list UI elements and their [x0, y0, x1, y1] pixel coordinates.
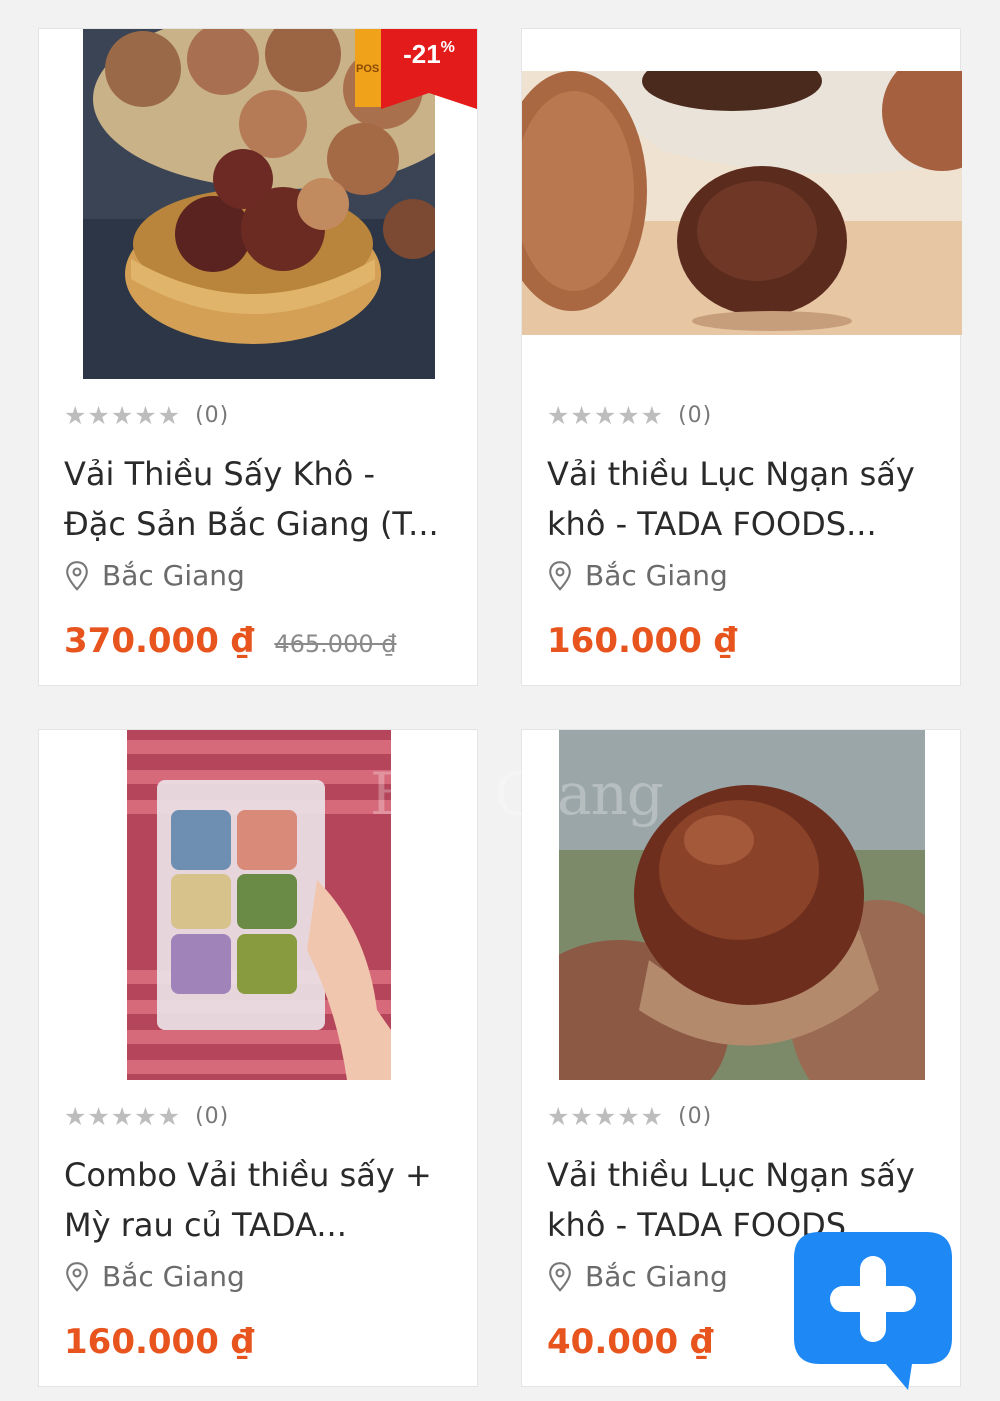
- product-location: Bắc Giang: [547, 559, 728, 592]
- rating-count: (0): [678, 1104, 713, 1129]
- sale-price: 160.000 ₫: [64, 1322, 255, 1362]
- rating-stars: ★★★★★: [64, 1102, 182, 1131]
- product-title-line-2: khô - TADA FOODS...: [547, 505, 877, 543]
- rating: ★★★★★ (0): [547, 1102, 712, 1131]
- map-pin-icon: [66, 560, 88, 591]
- original-price: 465.000 ₫: [274, 630, 397, 658]
- product-title[interactable]: Vải Thiều Sấy Khô - Đặc Sản Bắc Giang (T…: [64, 449, 459, 549]
- location-label: Bắc Giang: [102, 559, 245, 592]
- price-block: 40.000 ₫: [547, 1322, 714, 1362]
- product-location: Bắc Giang: [64, 559, 245, 592]
- rating-stars: ★★★★★: [547, 1102, 665, 1131]
- rating-count: (0): [195, 403, 230, 428]
- product-title-line-1: Combo Vải thiều sấy +: [64, 1156, 432, 1194]
- brand-tag: POS: [355, 29, 381, 107]
- dried-lychee-shell-photo: [559, 730, 925, 1080]
- product-image[interactable]: [127, 730, 391, 1080]
- product-title-line-2: Đặc Sản Bắc Giang (T...: [64, 505, 439, 543]
- product-title-line-1: Vải thiều Lục Ngạn sấy: [547, 1156, 915, 1194]
- product-image[interactable]: [559, 730, 925, 1080]
- add-post-icon: [794, 1232, 952, 1390]
- rating-count: (0): [195, 1104, 230, 1129]
- product-card[interactable]: ★★★★★ (0) Combo Vải thiều sấy + Mỳ rau c…: [38, 729, 478, 1387]
- rating-stars: ★★★★★: [64, 401, 182, 430]
- product-title[interactable]: Combo Vải thiều sấy + Mỳ rau củ TADA...: [64, 1150, 459, 1250]
- location-label: Bắc Giang: [585, 559, 728, 592]
- location-label: Bắc Giang: [585, 1260, 728, 1293]
- location-label: Bắc Giang: [102, 1260, 245, 1293]
- discount-unit: %: [440, 39, 455, 56]
- discount-value: -21: [403, 39, 441, 69]
- map-pin-icon: [549, 1261, 571, 1292]
- price-block: 370.000 ₫ 465.000 ₫: [64, 621, 397, 661]
- add-post-button[interactable]: [790, 1228, 956, 1394]
- map-pin-icon: [549, 560, 571, 591]
- product-image[interactable]: [522, 71, 962, 335]
- price-block: 160.000 ₫: [547, 621, 737, 661]
- product-title-line-1: Vải Thiều Sấy Khô -: [64, 455, 376, 493]
- sale-price: 160.000 ₫: [547, 621, 738, 661]
- product-location: Bắc Giang: [547, 1260, 728, 1293]
- rating: ★★★★★ (0): [64, 1102, 229, 1131]
- sale-price: 40.000 ₫: [547, 1322, 714, 1362]
- rating: ★★★★★ (0): [64, 401, 229, 430]
- rating-count: (0): [678, 403, 713, 428]
- price-block: 160.000 ₫: [64, 1322, 254, 1362]
- product-card[interactable]: POS -21% ★★★★★ (0) Vải Thiều Sấy Khô - Đ…: [38, 28, 478, 686]
- product-title-line-2: Mỳ rau củ TADA...: [64, 1206, 347, 1244]
- rating: ★★★★★ (0): [547, 401, 712, 430]
- combo-package-photo: [127, 730, 391, 1080]
- product-title[interactable]: Vải thiều Lục Ngạn sấy khô - TADA FOODS.…: [547, 449, 942, 549]
- product-grid: POS -21% ★★★★★ (0) Vải Thiều Sấy Khô - Đ…: [0, 0, 1000, 1401]
- product-location: Bắc Giang: [64, 1260, 245, 1293]
- map-pin-icon: [66, 1261, 88, 1292]
- sale-price: 370.000 ₫: [64, 621, 255, 661]
- rating-stars: ★★★★★: [547, 401, 665, 430]
- dried-lychee-closeup-photo: [522, 71, 962, 335]
- product-title-line-1: Vải thiều Lục Ngạn sấy: [547, 455, 915, 493]
- product-card[interactable]: ★★★★★ (0) Vải thiều Lục Ngạn sấy khô - T…: [521, 28, 962, 686]
